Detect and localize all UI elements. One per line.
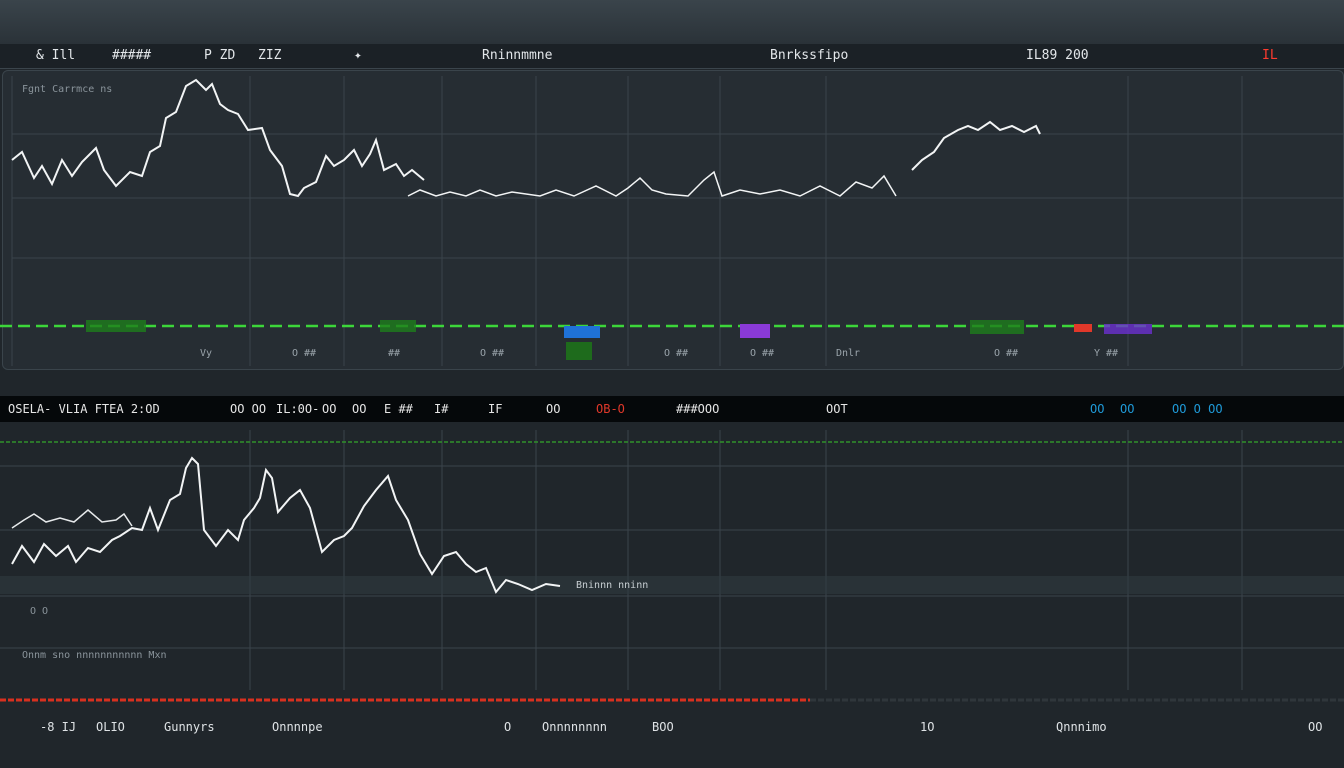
- chart-canvas: [0, 76, 1344, 702]
- ticker-item-11[interactable]: ###OOO: [676, 402, 719, 416]
- ticker-item-9[interactable]: OO: [546, 402, 560, 416]
- signal-block-4: [566, 342, 592, 360]
- legend-item-6[interactable]: O ##: [750, 348, 774, 359]
- legend-item-5[interactable]: O ##: [664, 348, 688, 359]
- footer-item-8[interactable]: 1O: [920, 720, 934, 734]
- bottom-mid-label: Bninnn nninn: [576, 580, 649, 591]
- ticker-item-3[interactable]: IL:0O-: [276, 402, 319, 416]
- footer-item-4[interactable]: Onnnnpe: [272, 720, 323, 734]
- bottom-grid: [0, 430, 1344, 690]
- footer-item-9[interactable]: Qnnnimo: [1056, 720, 1107, 734]
- ticker-item-13[interactable]: OO: [1090, 402, 1104, 416]
- legend-item-4[interactable]: O ##: [480, 348, 504, 359]
- bottom-price-line: [11, 456, 561, 594]
- bottom-price-line-2: [11, 509, 133, 529]
- ticker-item-8[interactable]: IF: [488, 402, 502, 416]
- ticker-item-7[interactable]: I#: [434, 402, 448, 416]
- footer-item-1[interactable]: -8 IJ: [40, 720, 76, 734]
- signal-block-5: [740, 324, 770, 338]
- ticker-item-14[interactable]: OO: [1120, 402, 1134, 416]
- signal-block-1: [86, 320, 146, 332]
- footer-item-2[interactable]: OLIO: [96, 720, 125, 734]
- top-price-line: [11, 78, 425, 198]
- legend-item-8[interactable]: O ##: [994, 348, 1018, 359]
- ticker-item-5[interactable]: OO: [352, 402, 366, 416]
- top-grid: [11, 76, 1344, 366]
- bottom-caption-1: O O: [30, 606, 49, 617]
- ticker-item-10[interactable]: OB-O: [596, 402, 625, 416]
- legend-item-7[interactable]: Dnlr: [836, 348, 860, 359]
- signal-block-2: [380, 320, 416, 332]
- legend-item-3[interactable]: ##: [388, 348, 400, 359]
- legend-item-2[interactable]: O ##: [292, 348, 316, 359]
- footer-item-10[interactable]: OO: [1308, 720, 1322, 734]
- ticker-item-12[interactable]: OOT: [826, 402, 848, 416]
- signal-block-8: [1104, 324, 1152, 334]
- top-price-line-3: [911, 120, 1041, 171]
- ticker-item-4[interactable]: OO: [322, 402, 336, 416]
- signal-block-3: [564, 326, 600, 338]
- ticker-item-2[interactable]: OO OO: [230, 402, 266, 416]
- legend-item-1[interactable]: Vy: [200, 348, 212, 359]
- bottom-caption-2: Onnm sno nnnnnnnnnnn Mxn: [22, 650, 167, 661]
- footer-item-5[interactable]: O: [504, 720, 511, 734]
- ticker-bar: OSELA- VLIA FTEA 2:OD OO OO IL:0O- OO OO…: [0, 396, 1344, 422]
- signal-block-7: [1074, 324, 1092, 332]
- signal-block-6: [970, 320, 1024, 334]
- footer-toolbar: -8 IJ OLIO Gunnyrs Onnnnpe O Onnnnnnnn B…: [0, 714, 1344, 742]
- legend-item-9[interactable]: Y ##: [1094, 348, 1118, 359]
- footer-item-6[interactable]: Onnnnnnnn: [542, 720, 607, 734]
- bottom-band: [0, 576, 1344, 594]
- footer-item-3[interactable]: Gunnyrs: [164, 720, 215, 734]
- footer-item-7[interactable]: BOO: [652, 720, 674, 734]
- ticker-item-15[interactable]: OO O OO: [1172, 402, 1223, 416]
- top-price-line-2: [407, 170, 897, 197]
- ticker-item-1[interactable]: OSELA- VLIA FTEA 2:OD: [8, 402, 160, 416]
- ticker-item-6[interactable]: E ##: [384, 402, 413, 416]
